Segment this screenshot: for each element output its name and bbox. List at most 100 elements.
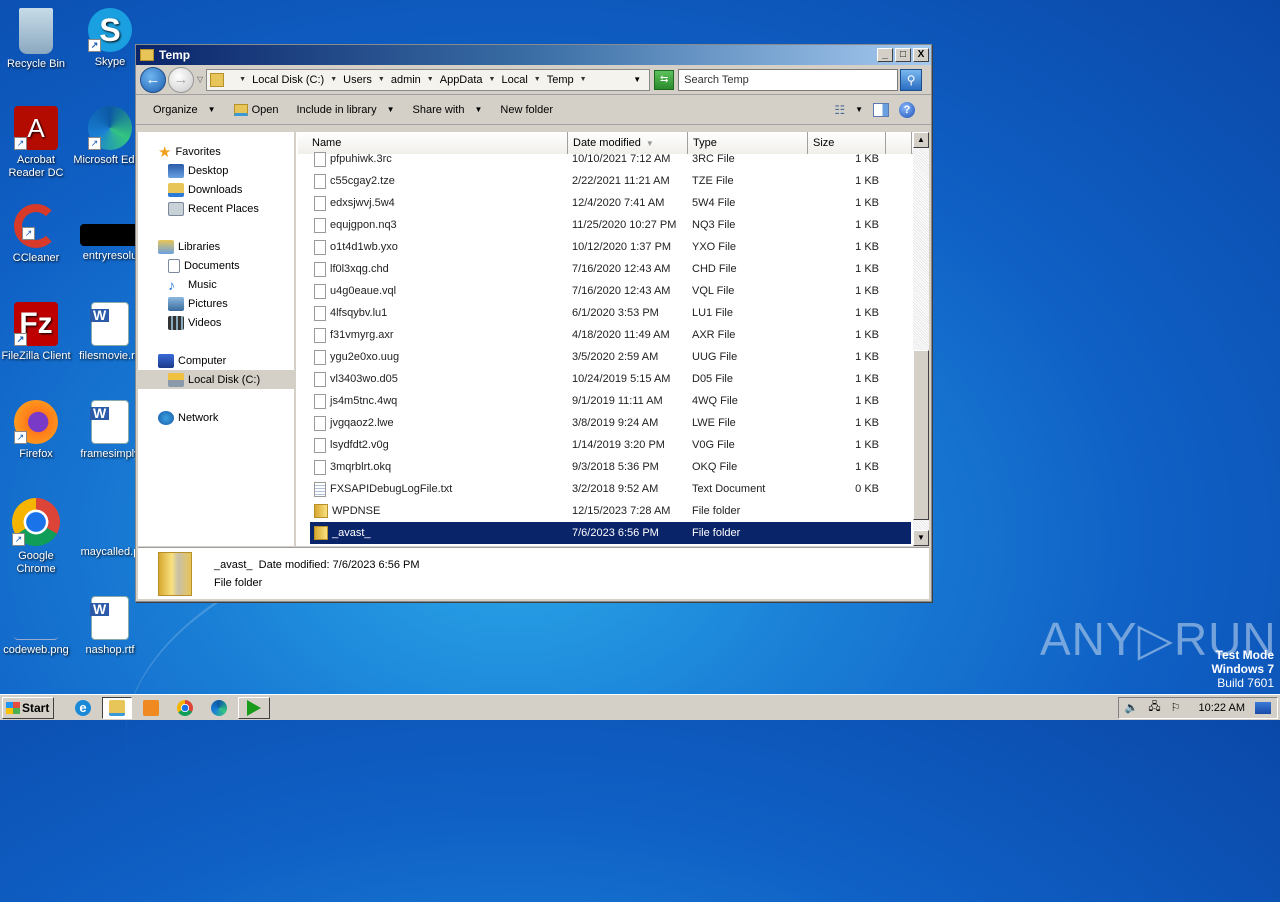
nav-downloads[interactable]: Downloads — [138, 180, 294, 199]
file-row[interactable]: FXSAPIDebugLogFile.txt 3/2/2018 9:52 AM Te… — [310, 478, 911, 500]
file-row[interactable]: lsydfdt2.v0g 1/14/2019 3:20 PM V0G File 1 K… — [310, 434, 911, 456]
taskbar-internet-explorer[interactable]: e — [68, 697, 98, 719]
taskbar-media-player[interactable] — [136, 697, 166, 719]
forward-button[interactable]: → — [168, 66, 194, 93]
close-button[interactable]: X — [913, 48, 929, 62]
clock[interactable]: 10:22 AM — [1199, 702, 1245, 714]
search-button[interactable]: ⚲ — [900, 68, 923, 91]
scroll-up-button[interactable]: ▲ — [913, 132, 929, 148]
recent-pages-dropdown[interactable]: ▽ — [197, 75, 203, 84]
taskbar-explorer[interactable] — [102, 696, 132, 719]
nav-favorites[interactable]: ★ Favorites — [138, 142, 294, 161]
desktop-icon-firefox[interactable]: ↗ Firefox — [0, 400, 74, 461]
file-row[interactable]: _avast_ 7/6/2023 6:56 PM File folder — [310, 522, 911, 544]
nav-local-disk[interactable]: Local Disk (C:) — [138, 370, 294, 389]
desktop-icon-filezilla[interactable]: Fz ↗ FileZilla Client — [0, 302, 74, 363]
file-row[interactable]: lf0l3xqg.chd 7/16/2020 12:43 AM CHD File 1 … — [310, 258, 911, 280]
breadcrumb-local-disk[interactable]: Local Disk (C:) — [249, 74, 327, 86]
refresh-button[interactable]: ⇆ — [654, 69, 675, 90]
file-name-cell: 4lfsqybv.lu1 — [310, 305, 567, 321]
search-input[interactable]: Search Temp — [678, 68, 899, 91]
file-row[interactable]: 4lfsqybv.lu1 6/1/2020 3:53 PM LU1 File 1 KB — [310, 302, 911, 324]
file-name: edxsjwvj.5w4 — [330, 197, 395, 209]
file-row[interactable]: u4g0eaue.vql 7/16/2020 12:43 AM VQL File 1 … — [310, 280, 911, 302]
nav-music[interactable]: ♪ Music — [138, 275, 294, 294]
file-name: lsydfdt2.v0g — [330, 439, 389, 451]
share-with-button[interactable]: Share with ▼ — [404, 104, 492, 116]
file-row[interactable]: f31vmyrg.axr 4/18/2020 11:49 AM AXR File 1 … — [310, 324, 911, 346]
scroll-thumb[interactable] — [913, 350, 929, 520]
file-name: f31vmyrg.axr — [330, 329, 394, 341]
file-row[interactable]: o1t4d1wb.yxo 10/12/2020 1:37 PM YXO File 1 … — [310, 236, 911, 258]
chrome-icon — [177, 699, 193, 716]
open-button[interactable]: Open — [225, 103, 288, 116]
taskbar-anyrun[interactable] — [238, 696, 270, 719]
chevron-down-icon[interactable]: ▼ — [424, 76, 437, 83]
breadcrumb-local[interactable]: Local — [498, 74, 530, 86]
file-name: FXSAPIDebugLogFile.txt — [330, 483, 453, 495]
back-button[interactable]: ← — [140, 66, 166, 93]
nav-videos[interactable]: Videos — [138, 313, 294, 332]
nav-computer[interactable]: Computer — [138, 351, 294, 370]
nav-libraries[interactable]: Libraries — [138, 237, 294, 256]
minimize-button[interactable]: _ — [877, 48, 893, 62]
desktop-icon-ccleaner[interactable]: ↗ CCleaner — [0, 204, 74, 265]
maximize-button[interactable]: □ — [895, 48, 911, 62]
title-bar[interactable]: Temp _ □ X — [136, 45, 931, 65]
scroll-down-button[interactable]: ▼ — [913, 530, 929, 546]
taskbar-chrome[interactable] — [170, 697, 200, 719]
file-row[interactable]: jvgqaoz2.lwe 3/8/2019 9:24 AM LWE File 1 KB — [310, 412, 911, 434]
new-folder-button[interactable]: New folder — [491, 104, 562, 116]
file-type: UUG File — [692, 351, 738, 363]
file-name-cell: ygu2e0xo.uug — [310, 349, 567, 365]
view-options-dropdown[interactable]: ▼ — [855, 105, 863, 114]
chevron-down-icon[interactable]: ▼ — [577, 76, 590, 83]
desktop-icon-codeweb[interactable]: codeweb.png — [0, 596, 74, 657]
file-row[interactable]: ygu2e0xo.uug 3/5/2020 2:59 AM UUG File 1 KB — [310, 346, 911, 368]
breadcrumb-admin[interactable]: admin — [388, 74, 424, 86]
nav-recent-places[interactable]: Recent Places — [138, 199, 294, 218]
taskbar-edge[interactable] — [204, 697, 234, 719]
address-dropdown-button[interactable]: ▼ — [633, 75, 641, 84]
change-view-button[interactable]: ☷ — [834, 103, 845, 117]
chevron-down-icon[interactable]: ▼ — [375, 76, 388, 83]
nav-pictures[interactable]: Pictures — [138, 294, 294, 313]
breadcrumb-appdata[interactable]: AppData — [437, 74, 486, 86]
volume-icon[interactable]: 🔈 — [1125, 701, 1139, 714]
breadcrumb-temp[interactable]: Temp — [544, 74, 577, 86]
file-size: 1 KB — [855, 373, 879, 385]
preview-pane-button[interactable] — [873, 102, 889, 117]
desktop-icon-recycle-bin[interactable]: Recycle Bin — [0, 8, 74, 71]
text-file-icon — [314, 481, 326, 497]
file-name-cell: u4g0eaue.vql — [310, 283, 567, 299]
chevron-down-icon[interactable]: ▼ — [236, 76, 249, 83]
desktop-icon-chrome[interactable]: ↗ Google Chrome — [0, 498, 74, 576]
network-status-icon[interactable]: 🖧 — [1148, 698, 1160, 717]
include-in-library-button[interactable]: Include in library ▼ — [287, 104, 403, 116]
file-icon — [314, 415, 326, 431]
desktop-icon-nashop[interactable]: W nashop.rtf — [72, 596, 148, 657]
show-desktop-icon[interactable] — [1255, 701, 1271, 714]
chevron-down-icon[interactable]: ▼ — [486, 76, 499, 83]
file-row[interactable]: c55cgay2.tze 2/22/2021 11:21 AM TZE File 1 … — [310, 170, 911, 192]
action-center-flag-icon[interactable]: ⚐ — [1171, 701, 1181, 714]
help-button[interactable]: ? — [899, 101, 915, 118]
breadcrumb[interactable]: ▼ Local Disk (C:) ▼ Users ▼ admin ▼ AppD… — [206, 68, 651, 91]
nav-desktop[interactable]: Desktop — [138, 161, 294, 180]
start-button[interactable]: Start — [2, 696, 54, 719]
desktop-icon-acrobat[interactable]: A ↗ Acrobat Reader DC — [0, 106, 74, 180]
file-row[interactable]: js4m5tnc.4wq 9/1/2019 11:11 AM 4WQ File 1 K… — [310, 390, 911, 412]
file-row[interactable]: vl3403wo.d05 10/24/2019 5:15 AM D05 File 1 … — [310, 368, 911, 390]
vertical-scrollbar[interactable]: ▲ ▼ — [913, 132, 929, 546]
file-row[interactable]: equjgpon.nq3 11/25/2020 10:27 PM NQ3 File 1… — [310, 214, 911, 236]
file-row[interactable]: edxsjwvj.5w4 12/4/2020 7:41 AM 5W4 File 1 K… — [310, 192, 911, 214]
file-row[interactable]: 3mqrblrt.okq 9/3/2018 5:36 PM OKQ File 1 KB — [310, 456, 911, 478]
file-row[interactable]: WPDNSE 12/15/2023 7:28 AM File folder — [310, 500, 911, 522]
nav-network[interactable]: Network — [138, 408, 294, 427]
organize-button[interactable]: Organize ▼ — [144, 104, 225, 116]
chevron-down-icon[interactable]: ▼ — [531, 76, 544, 83]
breadcrumb-users[interactable]: Users — [340, 74, 375, 86]
chevron-down-icon[interactable]: ▼ — [327, 76, 340, 83]
nav-documents[interactable]: Documents — [138, 256, 294, 275]
file-row[interactable]: pfpuhiwk.3rc 10/10/2021 7:12 AM 3RC File 1 … — [310, 148, 911, 170]
